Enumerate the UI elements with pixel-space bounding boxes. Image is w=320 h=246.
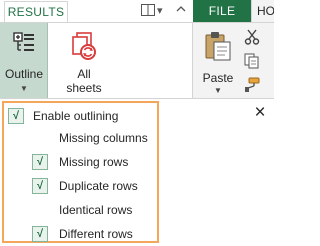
enable-outlining-label: Enable outlining: [33, 109, 119, 123]
all-sheets-label-line1: All: [77, 67, 91, 81]
outline-options-popup: × √ Enable outlining Missing columns √ M…: [0, 98, 274, 246]
view-icon[interactable]: [141, 4, 155, 18]
chevron-down-icon: ▼: [20, 84, 28, 93]
tab-results[interactable]: RESULTS: [4, 1, 68, 22]
all-sheets-icon: [68, 31, 98, 61]
ribbon-tab-strip: RESULTS ▾ FILE HO: [0, 0, 274, 22]
duplicate-rows-label: Duplicate rows: [59, 179, 138, 193]
paste-button[interactable]: Paste ▼: [199, 27, 237, 97]
tab-file[interactable]: FILE: [193, 0, 251, 22]
missing-rows-label: Missing rows: [59, 155, 129, 169]
all-sheets-label-text: sheets: [66, 81, 102, 95]
ribbon: Outline ▼ All sheets ▼: [0, 22, 274, 108]
enable-outlining-checkbox[interactable]: √: [8, 108, 24, 124]
identical-rows-label: Identical rows: [59, 203, 133, 217]
chevron-up-icon[interactable]: [176, 4, 186, 18]
outline-icon: [13, 31, 35, 53]
missing-columns-option[interactable]: Missing columns: [59, 128, 148, 148]
all-sheets-button[interactable]: All sheets ▼: [62, 23, 106, 108]
outline-button-label: Outline: [4, 67, 44, 81]
missing-rows-checkbox[interactable]: √: [32, 154, 48, 170]
outline-button[interactable]: Outline ▼: [0, 23, 48, 99]
identical-rows-option[interactable]: Identical rows: [59, 200, 132, 220]
paste-icon: [204, 31, 232, 61]
paste-label: Paste: [202, 71, 234, 85]
tab-home[interactable]: HO: [251, 0, 274, 22]
duplicate-rows-checkbox[interactable]: √: [32, 178, 48, 194]
close-icon[interactable]: ×: [250, 103, 270, 123]
different-rows-label: Different rows: [59, 227, 133, 241]
missing-columns-label: Missing columns: [59, 131, 148, 145]
results-ribbon-panel: Outline ▼ All sheets ▼: [0, 23, 193, 108]
different-rows-checkbox[interactable]: √: [32, 226, 48, 242]
chevron-down-icon: ▼: [214, 86, 222, 95]
format-painter-icon[interactable]: [243, 77, 261, 93]
copy-icon[interactable]: [243, 53, 261, 69]
cut-icon[interactable]: [243, 29, 261, 45]
chevron-down-icon[interactable]: ▾: [157, 4, 163, 18]
